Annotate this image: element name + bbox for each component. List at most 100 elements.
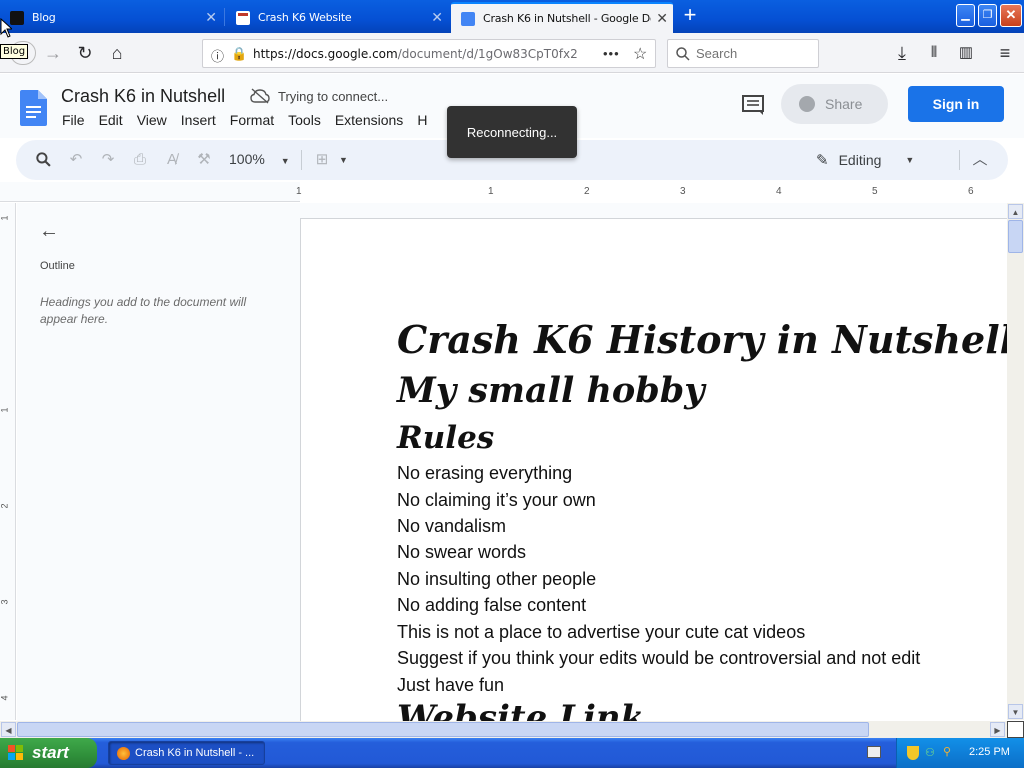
downloads-icon[interactable]: ⤓ (889, 41, 915, 65)
rule-line: No insulting other people (397, 569, 597, 589)
search-menus-icon[interactable] (36, 152, 51, 167)
scroll-thumb[interactable] (17, 722, 869, 737)
menu-help[interactable]: H (417, 112, 427, 128)
library-icon[interactable]: ⫴ (921, 41, 947, 65)
google-docs-logo-icon[interactable] (20, 90, 47, 126)
paint-format-icon[interactable]: ⚒ (194, 150, 214, 170)
network-icon[interactable]: ⚇ (925, 746, 935, 759)
docs-menu-bar: File Edit View Insert Format Tools Exten… (62, 112, 441, 128)
document-page[interactable]: Crash K6 History in Nutshell My small ho… (300, 218, 1007, 721)
forward-arrow-icon[interactable]: → (40, 41, 66, 65)
hide-menus-chevron-up-icon[interactable]: ︿ (970, 150, 990, 170)
menu-insert[interactable]: Insert (181, 112, 216, 128)
heading-title: Crash K6 History in Nutshell (397, 317, 1007, 362)
url-text: https://docs.google.com/document/d/1gOw8… (253, 47, 578, 61)
close-tab-icon[interactable]: ✕ (651, 11, 673, 27)
search-box[interactable] (667, 39, 819, 68)
keyboard-icon[interactable] (867, 746, 881, 758)
ruler-number: 2 (0, 503, 10, 509)
close-outline-arrow-icon[interactable]: ← (39, 220, 59, 243)
menu-format[interactable]: Format (230, 112, 274, 128)
website-favicon-icon (236, 10, 250, 25)
menu-tools[interactable]: Tools (288, 112, 321, 128)
tab-tooltip: Blog (0, 44, 29, 59)
horizontal-scrollbar[interactable]: ◀ ▶ (0, 721, 1024, 738)
scroll-right-arrow-icon[interactable]: ▶ (990, 722, 1005, 737)
sidebar-icon[interactable]: ▥ (953, 41, 979, 65)
rule-line: No adding false content (397, 595, 587, 615)
start-button[interactable]: start (0, 738, 97, 768)
close-tab-icon[interactable]: ✕ (200, 10, 222, 26)
browser-nav-bar: ← → ↻ ⌂ ⓘ 🔒 https://docs.google.com/docu… (0, 33, 1024, 73)
info-icon[interactable]: ⓘ (211, 46, 224, 65)
tab-title: Blog (32, 11, 56, 24)
ruler-number: 3 (0, 599, 10, 605)
heading-hobby: My small hobby (397, 370, 705, 411)
outline-panel: ← Outline Headings you add to the docume… (17, 203, 299, 721)
taskbar-window-label: Crash K6 in Nutshell - ... (135, 747, 255, 759)
document-title[interactable]: Crash K6 in Nutshell (61, 86, 225, 107)
scroll-corner (1007, 721, 1024, 738)
tab-google-docs[interactable]: Crash K6 in Nutshell - Google Docs ✕ (451, 2, 673, 33)
firefox-icon (117, 747, 130, 760)
chevron-down-icon: ▼ (905, 155, 915, 165)
redo-icon[interactable]: ↷ (98, 150, 118, 170)
clock: 2:25 PM (969, 746, 1010, 758)
menu-edit[interactable]: Edit (99, 112, 123, 128)
hamburger-menu-icon[interactable]: ≡ (992, 41, 1018, 65)
spellcheck-icon[interactable]: A̸ (162, 150, 182, 170)
scroll-left-arrow-icon[interactable]: ◀ (1, 722, 16, 737)
horizontal-ruler: 1 1 2 3 4 5 6 (0, 182, 1024, 202)
rule-line: No vandalism (397, 516, 507, 536)
page-actions-icon[interactable]: ••• (603, 46, 620, 61)
browser-tab-bar: Blog ✕ Crash K6 Website ✕ Crash K6 in Nu… (0, 0, 1024, 33)
share-button[interactable]: Share (781, 84, 888, 124)
heading-rules: Rules (397, 420, 495, 456)
tab-blog[interactable]: Blog ✕ (0, 2, 222, 33)
sync-status: Trying to connect... (250, 88, 388, 104)
vertical-scrollbar[interactable]: ▲ ▼ (1007, 203, 1024, 720)
reload-icon[interactable]: ↻ (72, 41, 98, 65)
restore-button[interactable]: ❐ (978, 4, 997, 27)
ruler-number: 6 (968, 186, 974, 197)
outline-title: Outline (40, 260, 75, 272)
scroll-down-arrow-icon[interactable]: ▼ (1008, 704, 1023, 719)
chevron-down-icon[interactable]: ▼ (339, 155, 348, 165)
rule-line: Just have fun (397, 675, 505, 695)
search-input[interactable] (696, 46, 811, 61)
vertical-ruler: 1 1 2 3 4 (0, 203, 16, 720)
url-bar[interactable]: ⓘ 🔒 https://docs.google.com/document/d/1… (202, 39, 656, 68)
rule-line: This is not a place to advertise your cu… (397, 622, 806, 642)
security-shield-icon[interactable] (907, 746, 919, 760)
ruler-number: 4 (0, 695, 10, 701)
search-tray-icon[interactable]: ⚲ (943, 745, 951, 758)
windows-taskbar: start Crash K6 in Nutshell - ... ⚇ ⚲ 2:2… (0, 738, 1024, 768)
scroll-up-arrow-icon[interactable]: ▲ (1008, 204, 1023, 219)
close-tab-icon[interactable]: ✕ (426, 10, 448, 26)
menu-view[interactable]: View (137, 112, 167, 128)
scroll-thumb[interactable] (1008, 220, 1023, 253)
comment-history-icon[interactable] (741, 94, 765, 116)
sign-in-button[interactable]: Sign in (908, 86, 1004, 122)
new-tab-button[interactable]: + (676, 4, 704, 28)
insert-comment-icon[interactable]: ⊞ (312, 150, 332, 170)
zoom-select[interactable]: 100% ▼ (229, 151, 290, 167)
globe-icon (799, 96, 815, 112)
minimize-button[interactable]: ▁ (956, 4, 975, 27)
tab-crash-k6-website[interactable]: Crash K6 Website ✕ (226, 2, 448, 33)
editing-mode-select[interactable]: ✎ Editing ▼ (816, 150, 914, 170)
menu-extensions[interactable]: Extensions (335, 112, 403, 128)
outline-hint: Headings you add to the document will ap… (40, 295, 247, 326)
share-label: Share (825, 96, 863, 112)
lock-warning-icon[interactable]: 🔒 (231, 46, 247, 62)
print-icon[interactable]: ⎙ (130, 150, 150, 170)
undo-icon[interactable]: ↶ (66, 150, 86, 170)
tab-separator (224, 8, 225, 26)
home-icon[interactable]: ⌂ (104, 41, 130, 65)
close-window-button[interactable]: ✕ (1000, 4, 1022, 27)
blog-favicon-icon (10, 10, 24, 25)
taskbar-window-button[interactable]: Crash K6 in Nutshell - ... (108, 741, 265, 765)
pencil-icon: ✎ (816, 152, 829, 169)
bookmark-star-icon[interactable]: ☆ (633, 44, 647, 64)
menu-file[interactable]: File (62, 112, 85, 128)
